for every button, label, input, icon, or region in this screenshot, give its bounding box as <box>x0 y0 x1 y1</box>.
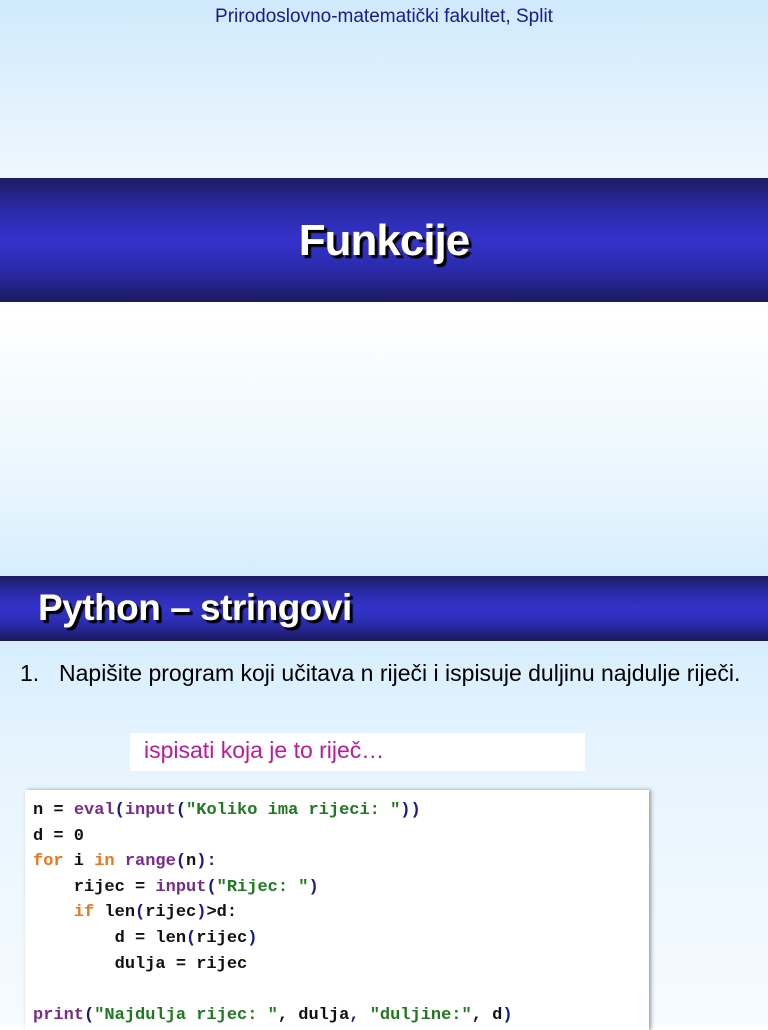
code-token: , <box>349 1005 370 1025</box>
code-token: "duljine:" <box>369 1005 472 1025</box>
code-token: len <box>94 903 136 923</box>
code-token: ( <box>114 801 125 820</box>
code-token: rijec <box>196 928 248 948</box>
code-token: input <box>155 877 207 897</box>
code-token: , d <box>471 1005 503 1025</box>
code-block: n = eval(input("Koliko ima rijeci: ")) d … <box>25 790 649 1030</box>
institution-header: Prirodoslovno-matematički fakultet, Spli… <box>215 6 553 27</box>
code-token: i <box>63 852 95 872</box>
code-token: ( <box>175 801 187 820</box>
code-token: ) <box>196 903 207 923</box>
code-token: rijec <box>145 903 197 923</box>
code-line: for i in range(n): <box>33 849 649 875</box>
code-line: d = 0 <box>33 824 649 850</box>
code-line: dulja = rijec <box>33 952 649 978</box>
code-token: "Koliko ima rijeci: " <box>186 801 401 820</box>
task-number: 1. <box>20 660 40 686</box>
code-token: for <box>33 852 64 872</box>
code-token: dulja = rijec <box>33 954 248 974</box>
code-token: "Najdulja rijec: " <box>94 1005 278 1025</box>
code-token: eval <box>73 801 115 820</box>
code-token: rijec = <box>33 877 156 897</box>
code-token: "Rijec: " <box>216 877 309 897</box>
title-band: Python – stringovi <box>0 576 768 641</box>
code-token: )) <box>400 801 421 820</box>
code-line: print("Najdulja rijec: ", dulja, "duljin… <box>33 1003 649 1029</box>
code-token: ) <box>502 1005 513 1025</box>
code-token: n <box>186 852 197 872</box>
code-token: ) <box>308 877 319 897</box>
hint-text: ispisati koja je to riječ… <box>144 737 385 763</box>
code-line: d = len(rijec) <box>33 926 649 952</box>
code-token: range <box>124 852 176 872</box>
code-line: rijec = input("Rijec: ") <box>33 875 649 901</box>
code-token: print <box>33 1005 85 1025</box>
code-token: , dulja <box>277 1005 350 1025</box>
code-token: n = <box>33 801 74 820</box>
code-token: ( <box>135 903 146 923</box>
hint-box: ispisati koja je to riječ… <box>130 733 585 771</box>
code-token: d = len <box>33 928 187 948</box>
code-token: input <box>124 801 176 820</box>
code-text: n = eval(input("Koliko ima rijeci: ")) d … <box>25 790 649 1028</box>
slide-1: Prirodoslovno-matematički fakultet, Spli… <box>0 0 768 575</box>
code-line: if len(rijec)>d: <box>33 900 649 926</box>
code-token: ( <box>206 877 217 897</box>
code-token: in <box>94 852 115 872</box>
code-token: ( <box>84 1005 95 1025</box>
code-token: ( <box>175 852 187 872</box>
slide-2: Python – stringovi 1. Napišite program k… <box>0 575 768 1030</box>
code-token: ) <box>247 928 258 948</box>
code-token: >d: <box>206 903 238 923</box>
slide-title: Python – stringovi <box>38 587 352 628</box>
task-text: Napišite program koji učitava n riječi i… <box>59 660 741 686</box>
code-token: d = 0 <box>33 826 85 846</box>
slide-title: Funkcije <box>298 216 471 265</box>
code-line: n = eval(input("Koliko ima rijeci: ")) <box>33 798 649 824</box>
title-band: Funkcije <box>0 178 768 302</box>
code-token: ): <box>196 852 217 872</box>
code-token: if <box>73 903 95 923</box>
code-token: ( <box>186 928 197 948</box>
